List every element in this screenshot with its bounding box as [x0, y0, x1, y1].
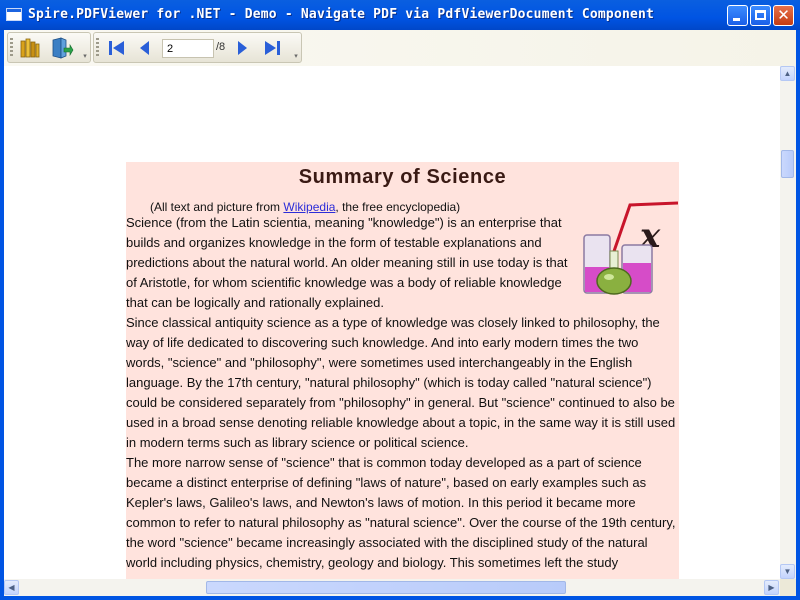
vertical-scroll-thumb[interactable]: [781, 150, 794, 178]
scroll-up-button[interactable]: ▲: [780, 66, 795, 81]
wikipedia-link[interactable]: Wikipedia: [283, 200, 335, 214]
pdf-page: Summary of Science (All text and picture…: [126, 162, 679, 579]
previous-page-icon: [140, 41, 149, 55]
vertical-scrollbar[interactable]: ▲ ▼: [780, 66, 796, 579]
open-button[interactable]: [18, 36, 42, 60]
save-icon: [52, 37, 74, 59]
credit-prefix: (All text and picture from: [150, 200, 284, 214]
toolbar-overflow-button[interactable]: ▾: [292, 52, 300, 61]
total-pages-label: /8: [216, 41, 226, 53]
file-toolbar: ▾: [7, 32, 91, 63]
credit-suffix: , the free encyclopedia): [335, 200, 461, 214]
last-page-button[interactable]: [260, 36, 284, 60]
scroll-left-button[interactable]: ◀: [4, 580, 19, 595]
last-page-icon: [265, 41, 280, 55]
app-icon[interactable]: [6, 8, 22, 21]
page-title: Summary of Science: [298, 166, 507, 188]
close-icon: ✕: [777, 6, 790, 24]
toolbar-area: ▾ /8: [4, 30, 796, 66]
minimize-button[interactable]: [727, 5, 748, 26]
first-page-button[interactable]: [105, 36, 129, 60]
paragraph-2: Since classical antiquity science as a t…: [126, 315, 676, 450]
science-beakers-image: x: [583, 201, 678, 295]
open-folder-icon: [20, 38, 40, 58]
next-page-button[interactable]: [231, 36, 255, 60]
paragraph-3: The more narrow sense of "science" that …: [126, 455, 676, 570]
horizontal-scroll-thumb[interactable]: [206, 581, 566, 594]
save-button[interactable]: [50, 36, 74, 60]
minimize-icon: [733, 18, 740, 21]
credit-line: (All text and picture from Wikipedia, th…: [150, 200, 460, 214]
toolbar-overflow-button[interactable]: ▾: [81, 52, 89, 61]
scroll-right-button[interactable]: ▶: [764, 580, 779, 595]
pdf-document-viewer[interactable]: Summary of Science (All text and picture…: [4, 66, 780, 579]
scrollbar-corner: [780, 579, 796, 596]
maximize-button[interactable]: [750, 5, 771, 26]
toolbar-grip[interactable]: [96, 38, 99, 58]
navigation-toolbar: /8 ▾: [93, 32, 302, 63]
app-window: Spire.PDFViewer for .NET - Demo - Naviga…: [0, 0, 800, 600]
close-button[interactable]: ✕: [773, 5, 794, 26]
current-page-input[interactable]: [162, 39, 214, 58]
scroll-down-button[interactable]: ▼: [780, 564, 795, 579]
next-page-icon: [238, 41, 247, 55]
horizontal-scrollbar[interactable]: ◀ ▶: [4, 579, 780, 596]
previous-page-button[interactable]: [132, 36, 156, 60]
window-title: Spire.PDFViewer for .NET - Demo - Naviga…: [28, 7, 655, 22]
maximize-icon: [755, 10, 766, 20]
title-bar[interactable]: Spire.PDFViewer for .NET - Demo - Naviga…: [0, 0, 800, 30]
toolbar-grip[interactable]: [10, 38, 13, 58]
first-page-icon: [109, 41, 124, 55]
paragraph-1: Science (from the Latin scientia, meanin…: [126, 215, 568, 310]
